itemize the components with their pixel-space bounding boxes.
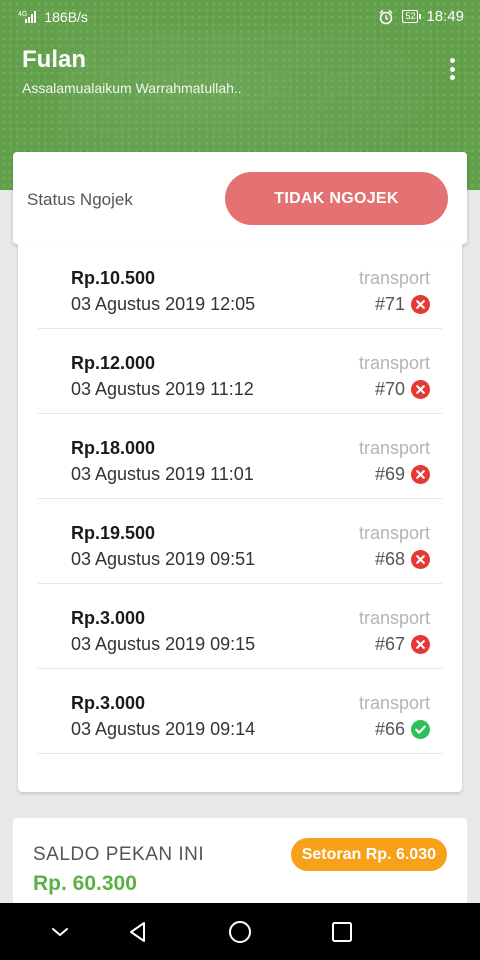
transaction-id: #66 (374, 719, 405, 739)
transaction-row[interactable]: Rp.3.000 03 Agustus 2019 09:15 transport… (38, 584, 442, 669)
home-icon[interactable] (225, 917, 255, 947)
transaction-date: 03 Agustus 2019 11:12 (71, 379, 254, 399)
transaction-date: 03 Agustus 2019 11:01 (71, 464, 254, 484)
cancelled-status-icon (411, 635, 430, 654)
cancelled-status-icon (411, 295, 430, 314)
transaction-date: 03 Agustus 2019 09:15 (71, 634, 256, 654)
status-card: Status Ngojek TIDAK NGOJEK (13, 152, 467, 244)
cancelled-status-icon (411, 465, 430, 484)
clock: 18:49 (426, 8, 464, 25)
transaction-date: 03 Agustus 2019 09:51 (71, 549, 256, 569)
app-title: Fulan (22, 46, 86, 73)
transaction-row[interactable]: Rp.10.500 03 Agustus 2019 12:05 transpor… (38, 244, 442, 329)
alarm-icon (379, 9, 393, 24)
transaction-amount: Rp.3.000 (71, 693, 146, 713)
transaction-category: transport (358, 353, 430, 373)
battery-icon: 52 (402, 10, 422, 23)
signal-icon: 4G (18, 11, 37, 23)
transaction-category: transport (358, 268, 430, 288)
network-speed: 186B/s (44, 9, 88, 25)
transaction-amount: Rp.3.000 (71, 608, 146, 628)
check-circle-icon (411, 720, 430, 739)
transaction-list: Rp.10.500 03 Agustus 2019 12:05 transpor… (18, 244, 462, 792)
transaction-category: transport (358, 438, 430, 458)
status-bar: 4G 186B/s 52 18:49 (0, 0, 480, 34)
recents-icon[interactable] (327, 917, 357, 947)
transaction-row[interactable]: Rp.3.000 03 Agustus 2019 09:14 transport… (38, 669, 442, 754)
transaction-category: transport (358, 523, 430, 543)
transaction-row[interactable]: Rp.12.000 03 Agustus 2019 11:12 transpor… (38, 329, 442, 414)
setoran-badge[interactable]: Setoran Rp. 6.030 (290, 838, 447, 871)
status-toggle-button[interactable]: TIDAK NGOJEK (225, 172, 448, 225)
transaction-row[interactable]: Rp.18.000 03 Agustus 2019 11:01 transpor… (38, 414, 442, 499)
transaction-amount: Rp.12.000 (71, 353, 156, 373)
status-label: Status Ngojek (27, 190, 133, 209)
transaction-id: #69 (374, 464, 405, 484)
transaction-row[interactable]: Rp.19.500 03 Agustus 2019 09:51 transpor… (38, 499, 442, 584)
transaction-id: #68 (374, 549, 405, 569)
more-vert-icon[interactable] (448, 58, 456, 80)
transaction-amount: Rp.10.500 (71, 268, 156, 288)
transaction-category: transport (358, 608, 430, 628)
transaction-amount: Rp.19.500 (71, 523, 156, 543)
transaction-id: #70 (374, 379, 405, 399)
cancelled-status-icon (411, 550, 430, 569)
transaction-date: 03 Agustus 2019 09:14 (71, 719, 256, 739)
transaction-id: #71 (374, 294, 405, 314)
transaction-id: #67 (374, 634, 405, 654)
network-type: 4G (18, 11, 28, 18)
weekly-balance-label: SALDO PEKAN INI (33, 844, 205, 865)
transaction-category: transport (358, 693, 430, 713)
system-nav-bar (0, 903, 480, 960)
transaction-amount: Rp.18.000 (71, 438, 156, 458)
hide-keyboard-icon[interactable] (45, 917, 75, 947)
transaction-date: 03 Agustus 2019 12:05 (71, 294, 256, 314)
greeting-subtitle: Assalamualaikum Warrahmatullah.. (22, 80, 242, 96)
weekly-balance-value: Rp. 60.300 (33, 872, 137, 895)
cancelled-status-icon (411, 380, 430, 399)
back-icon[interactable] (123, 917, 153, 947)
